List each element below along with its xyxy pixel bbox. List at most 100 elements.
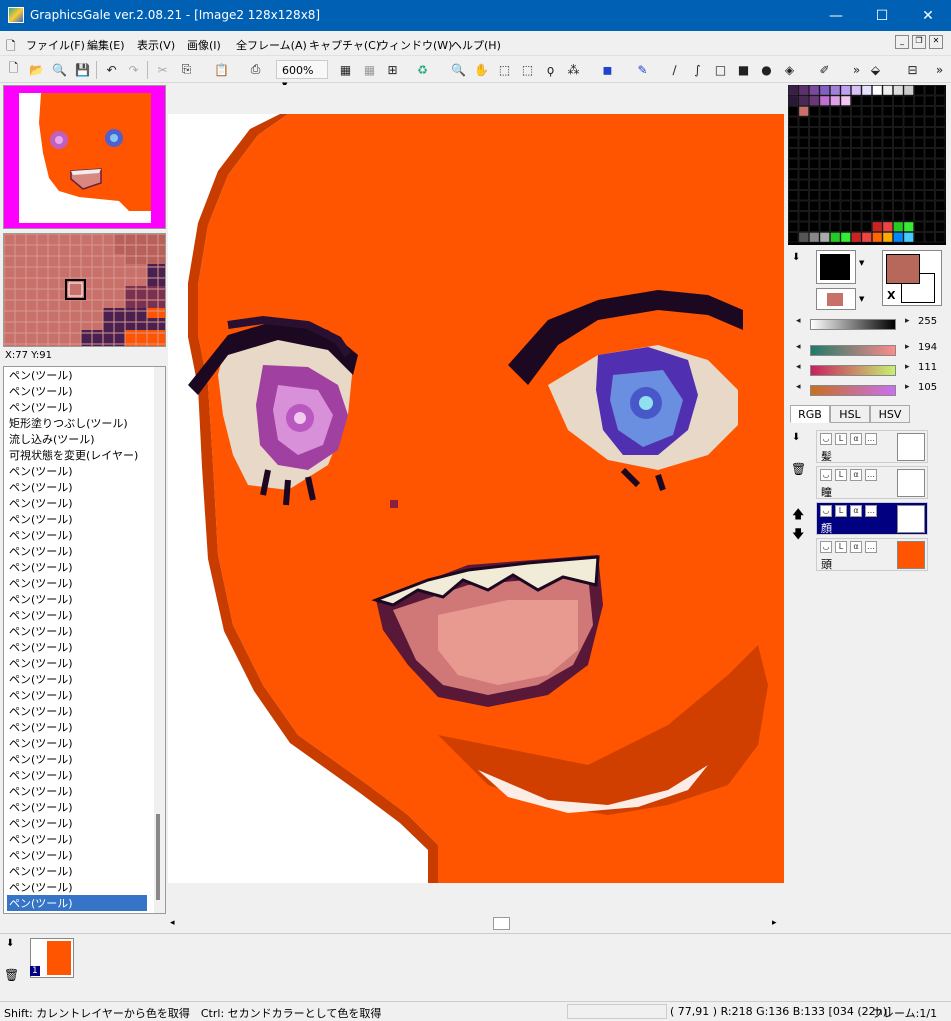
palette-swatch[interactable] xyxy=(798,106,809,117)
palette-swatch[interactable] xyxy=(872,95,883,106)
palette-swatch[interactable] xyxy=(924,85,935,96)
tab-rgb[interactable]: RGB xyxy=(790,405,830,423)
layer-lock-icon[interactable]: L xyxy=(835,541,847,553)
palette-swatch[interactable] xyxy=(882,221,893,232)
palette-swatch[interactable] xyxy=(914,106,925,117)
palette-swatch[interactable] xyxy=(882,211,893,222)
palette-swatch[interactable] xyxy=(914,232,925,243)
history-item[interactable]: ペン(ツール) xyxy=(7,591,147,607)
palette-swatch[interactable] xyxy=(914,127,925,138)
palette-swatch[interactable] xyxy=(882,106,893,117)
palette-swatch[interactable] xyxy=(851,158,862,169)
r-right-arrow[interactable]: ▸ xyxy=(905,342,910,352)
palette-swatch[interactable] xyxy=(840,179,851,190)
palette-swatch[interactable] xyxy=(840,85,851,96)
palette-swatch[interactable] xyxy=(788,211,799,222)
layer-lock-icon[interactable]: L xyxy=(835,505,847,517)
palette-swatch[interactable] xyxy=(893,116,904,127)
new-file-icon[interactable]: 🗋 xyxy=(4,60,23,79)
palette-swatch[interactable] xyxy=(851,127,862,138)
palette-swatch[interactable] xyxy=(809,169,820,180)
layer-tool-icon[interactable]: ⬙ xyxy=(866,60,885,79)
palette-swatch[interactable] xyxy=(893,232,904,243)
palette-swatch[interactable] xyxy=(840,232,851,243)
palette-swatch[interactable] xyxy=(809,200,820,211)
palette-swatch[interactable] xyxy=(830,85,841,96)
palette-swatch[interactable] xyxy=(924,232,935,243)
palette-swatch[interactable] xyxy=(788,169,799,180)
palette-swatch[interactable] xyxy=(914,95,925,106)
tab-hsv[interactable]: HSV xyxy=(870,405,910,423)
palette-swatch[interactable] xyxy=(819,116,830,127)
pixel-grid-icon[interactable]: ▦ xyxy=(360,60,379,79)
palette-swatch[interactable] xyxy=(819,179,830,190)
history-item[interactable]: 可視状態を変更(レイヤー) xyxy=(7,447,147,463)
palette-swatch[interactable] xyxy=(903,179,914,190)
palette-swatch[interactable] xyxy=(924,190,935,201)
palette-swatch[interactable] xyxy=(788,158,799,169)
menu-all-frames[interactable]: 全フレーム(A) xyxy=(236,37,307,53)
palette-swatch[interactable] xyxy=(798,127,809,138)
palette-swatch[interactable] xyxy=(788,200,799,211)
history-item[interactable]: ペン(ツール) xyxy=(7,831,147,847)
copy-icon[interactable]: ⎘ xyxy=(177,60,196,79)
frame-pin-icon[interactable]: ⬇ xyxy=(6,938,14,949)
palette-swatch[interactable] xyxy=(924,200,935,211)
palette-swatch[interactable] xyxy=(840,148,851,159)
palette-swatch[interactable] xyxy=(914,211,925,222)
palette-swatch[interactable] xyxy=(872,221,883,232)
palette-swatch[interactable] xyxy=(851,169,862,180)
palette-swatch[interactable] xyxy=(903,158,914,169)
palette-swatch[interactable] xyxy=(861,85,872,96)
palette-swatch[interactable] xyxy=(924,116,935,127)
zoom-select[interactable]: 600% ▼ xyxy=(276,60,328,89)
palette-swatch[interactable] xyxy=(903,95,914,106)
palette-swatch[interactable] xyxy=(882,95,893,106)
palette-swatch[interactable] xyxy=(809,85,820,96)
scroll-right-arrow[interactable]: ▸ xyxy=(772,918,777,928)
magic-wand-icon[interactable]: ⁂ xyxy=(564,60,583,79)
menu-image[interactable]: 画像(I) xyxy=(187,37,221,53)
redo-icon[interactable]: ↷ xyxy=(124,60,143,79)
pen-tool-icon[interactable]: ✎ xyxy=(633,60,652,79)
palette-swatch[interactable] xyxy=(935,190,946,201)
palette-swatch[interactable] xyxy=(872,232,883,243)
palette-swatch[interactable] xyxy=(872,158,883,169)
palette-swatch[interactable] xyxy=(903,190,914,201)
palette-swatch[interactable] xyxy=(882,179,893,190)
palette-swatch[interactable] xyxy=(882,169,893,180)
lasso-icon[interactable]: ϙ xyxy=(541,60,560,79)
history-item[interactable]: ペン(ツール) xyxy=(7,783,147,799)
rect-select-icon[interactable]: ⬚ xyxy=(495,60,514,79)
brush-icon[interactable]: ✐ xyxy=(815,60,834,79)
palette-swatch[interactable] xyxy=(924,137,935,148)
palette-swatch[interactable] xyxy=(798,179,809,190)
layer-visible-icon[interactable]: ◡ xyxy=(820,469,832,481)
gray-slider[interactable] xyxy=(810,319,896,330)
foreground-color-swatch[interactable] xyxy=(886,254,920,284)
palette-swatch[interactable] xyxy=(788,127,799,138)
history-item[interactable]: ペン(ツール) xyxy=(7,735,147,751)
palette-swatch[interactable] xyxy=(872,169,883,180)
palette-swatch[interactable] xyxy=(851,106,862,117)
palette-swatch[interactable] xyxy=(840,137,851,148)
open-folder-icon[interactable]: 📂 xyxy=(27,60,46,79)
palette-swatch[interactable] xyxy=(851,179,862,190)
preview-panel[interactable] xyxy=(3,85,166,229)
palette-swatch[interactable] xyxy=(788,232,799,243)
palette-swatch[interactable] xyxy=(788,95,799,106)
palette-swatch[interactable] xyxy=(893,148,904,159)
palette-swatch[interactable] xyxy=(798,200,809,211)
palette-swatch[interactable] xyxy=(830,211,841,222)
frame-tool-icon[interactable]: ⊟ xyxy=(903,60,922,79)
history-item[interactable]: ペン(ツール) xyxy=(7,367,147,383)
palette-swatch[interactable] xyxy=(830,221,841,232)
b-right-arrow[interactable]: ▸ xyxy=(905,382,910,392)
history-item[interactable]: ペン(ツール) xyxy=(7,495,147,511)
pin-icon[interactable]: ⬇ xyxy=(792,252,800,263)
palette-swatch[interactable] xyxy=(861,148,872,159)
palette-swatch[interactable] xyxy=(851,200,862,211)
mdi-minimize-button[interactable]: _ xyxy=(895,35,909,49)
palette-swatch[interactable] xyxy=(788,221,799,232)
palette-swatch[interactable] xyxy=(798,85,809,96)
